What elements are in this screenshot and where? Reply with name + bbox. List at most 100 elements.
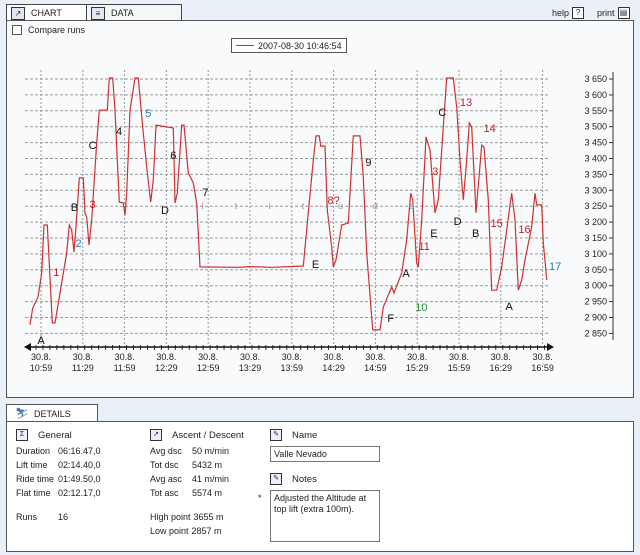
x-tick-date: 30.8. <box>407 352 427 362</box>
stat-label: Tot asc <box>150 488 179 498</box>
ascent-title: Ascent / Descent <box>172 429 244 441</box>
y-tick-label: 3 650 <box>584 74 607 84</box>
stat-value: 3655 m <box>193 512 224 522</box>
y-tick-label: 3 400 <box>584 154 607 164</box>
arrow-left-icon <box>24 343 31 351</box>
chart-annotation: 11 <box>418 241 429 253</box>
stat-value: 02:14.40,0 <box>58 460 101 470</box>
name-input[interactable]: Valle Nevado <box>270 446 380 462</box>
chart-annotation: D <box>161 205 169 217</box>
x-tick-time: 16:29 <box>490 363 513 373</box>
chart-annotation: d <box>373 201 378 211</box>
x-tick-date: 30.8. <box>282 352 302 362</box>
y-tick-label: 3 350 <box>584 169 607 179</box>
stat-row: Tot dsc 5432 m <box>150 460 222 470</box>
stat-value: 5432 m <box>192 460 223 470</box>
stat-row: Tot asc 5574 m <box>150 488 222 498</box>
y-tick-label: 3 450 <box>584 138 607 148</box>
y-tick-label: 2 950 <box>584 297 607 307</box>
tab-details[interactable]: ⛷ DETAILS <box>6 404 98 422</box>
modified-marker: * <box>258 493 262 503</box>
chart-annotation: 7 <box>202 187 208 199</box>
notes-header: ✎ Notes <box>270 473 317 485</box>
stat-label: Lift time <box>16 460 48 470</box>
x-tick-time: 11:29 <box>72 363 94 373</box>
stat-label: Ride time <box>16 474 55 484</box>
stat-row: High point 3655 m <box>150 512 224 522</box>
x-tick-date: 30.8. <box>365 352 385 362</box>
x-tick-date: 30.8. <box>31 352 51 362</box>
y-tick-label: 3 200 <box>584 217 607 227</box>
x-tick-date: 30.8. <box>324 352 344 362</box>
stat-label: Avg dsc <box>150 446 182 456</box>
x-tick-time: 13:29 <box>239 363 262 373</box>
x-tick-date: 30.8. <box>491 352 511 362</box>
y-tick-label: 2 850 <box>584 328 607 338</box>
chart-annotation: A <box>505 301 513 313</box>
chart-annotation: A <box>37 335 45 347</box>
x-tick-date: 30.8. <box>449 352 469 362</box>
x-tick-time: 15:59 <box>448 363 471 373</box>
altitude-chart: 3 650 3 600 3 550 3 500 3 450 3 400 3 350 3 300… <box>24 70 614 373</box>
stat-row: Ride time 01:49.50,0 <box>16 474 101 484</box>
chart-annotation: C <box>89 140 97 152</box>
y-tick-label: 3 050 <box>584 265 607 275</box>
x-tick-time: 12:29 <box>155 363 178 373</box>
x-tick-time: 10:59 <box>30 363 53 373</box>
chart-annotation: B <box>71 202 78 214</box>
x-tick-time: 11:59 <box>114 363 136 373</box>
x-tick-date: 30.8. <box>198 352 218 362</box>
notes-title: Notes <box>292 473 317 485</box>
x-tick-date: 30.8. <box>73 352 93 362</box>
x-tick-time: 14:29 <box>322 363 345 373</box>
stat-label: Tot dsc <box>150 460 179 470</box>
y-tick-label: 3 150 <box>584 233 607 243</box>
chart-annotation: l <box>202 201 204 211</box>
chart-annotation: E <box>430 228 437 240</box>
chart-annotation: 9 <box>365 157 371 169</box>
y-tick-label: 2 900 <box>584 313 607 323</box>
arrow-right-icon <box>547 343 554 351</box>
x-tick-time: 15:29 <box>406 363 429 373</box>
x-tick-date: 30.8. <box>156 352 176 362</box>
general-header: Σ General <box>16 429 72 441</box>
chart-annotation: 2 <box>76 238 82 250</box>
y-tick-label: 3 500 <box>584 122 607 132</box>
chart-annotation: u <box>338 201 343 211</box>
stat-value: 06:16.47,0 <box>58 446 101 456</box>
chart-annotation: 5 <box>145 108 151 120</box>
chart-annotation: e <box>409 201 414 211</box>
x-tick-time: 16:59 <box>531 363 554 373</box>
x-tick-time: 14:59 <box>364 363 387 373</box>
general-title: General <box>38 429 72 441</box>
stat-value: 01:49.50,0 <box>58 474 101 484</box>
stat-value: 2857 m <box>191 526 222 536</box>
name-header: ✎ Name <box>270 429 317 441</box>
stat-label: Low point <box>150 526 189 536</box>
chart-annotation: F <box>387 313 394 325</box>
chart-annotation: 16 <box>518 224 530 236</box>
notes-textarea[interactable]: Adjusted the Altitude at top lift (extra… <box>270 490 380 542</box>
stat-row: Duration 06:16.47,0 <box>16 446 101 456</box>
y-tick-label: 3 550 <box>584 106 607 116</box>
y-tick-label: 3 000 <box>584 281 607 291</box>
chart-annotation: 10 <box>415 302 427 314</box>
chart-annotation: t <box>302 201 305 211</box>
stat-value: 5574 m <box>192 488 223 498</box>
chart-annotation: 17 <box>549 261 561 273</box>
name-title: Name <box>292 429 318 441</box>
stat-row: Avg dsc 50 m/min <box>150 446 229 456</box>
x-tick-date: 30.8. <box>533 352 553 362</box>
x-tick-date: 30.8. <box>240 352 260 362</box>
stat-row: Runs 16 <box>16 512 68 522</box>
chart-annotation: C <box>438 107 446 119</box>
stat-row: Flat time 02:12.17,0 <box>16 488 101 498</box>
chart-annotation: i <box>269 201 271 211</box>
chart-annotation: E <box>312 259 319 271</box>
stat-label: High point <box>150 512 191 522</box>
skier-icon: ⛷ <box>15 408 29 420</box>
tab-details-label: DETAILS <box>33 408 71 419</box>
stat-value: 41 m/min <box>192 474 230 484</box>
x-tick-time: 12:59 <box>197 363 220 373</box>
stat-value: 16 <box>58 512 69 522</box>
